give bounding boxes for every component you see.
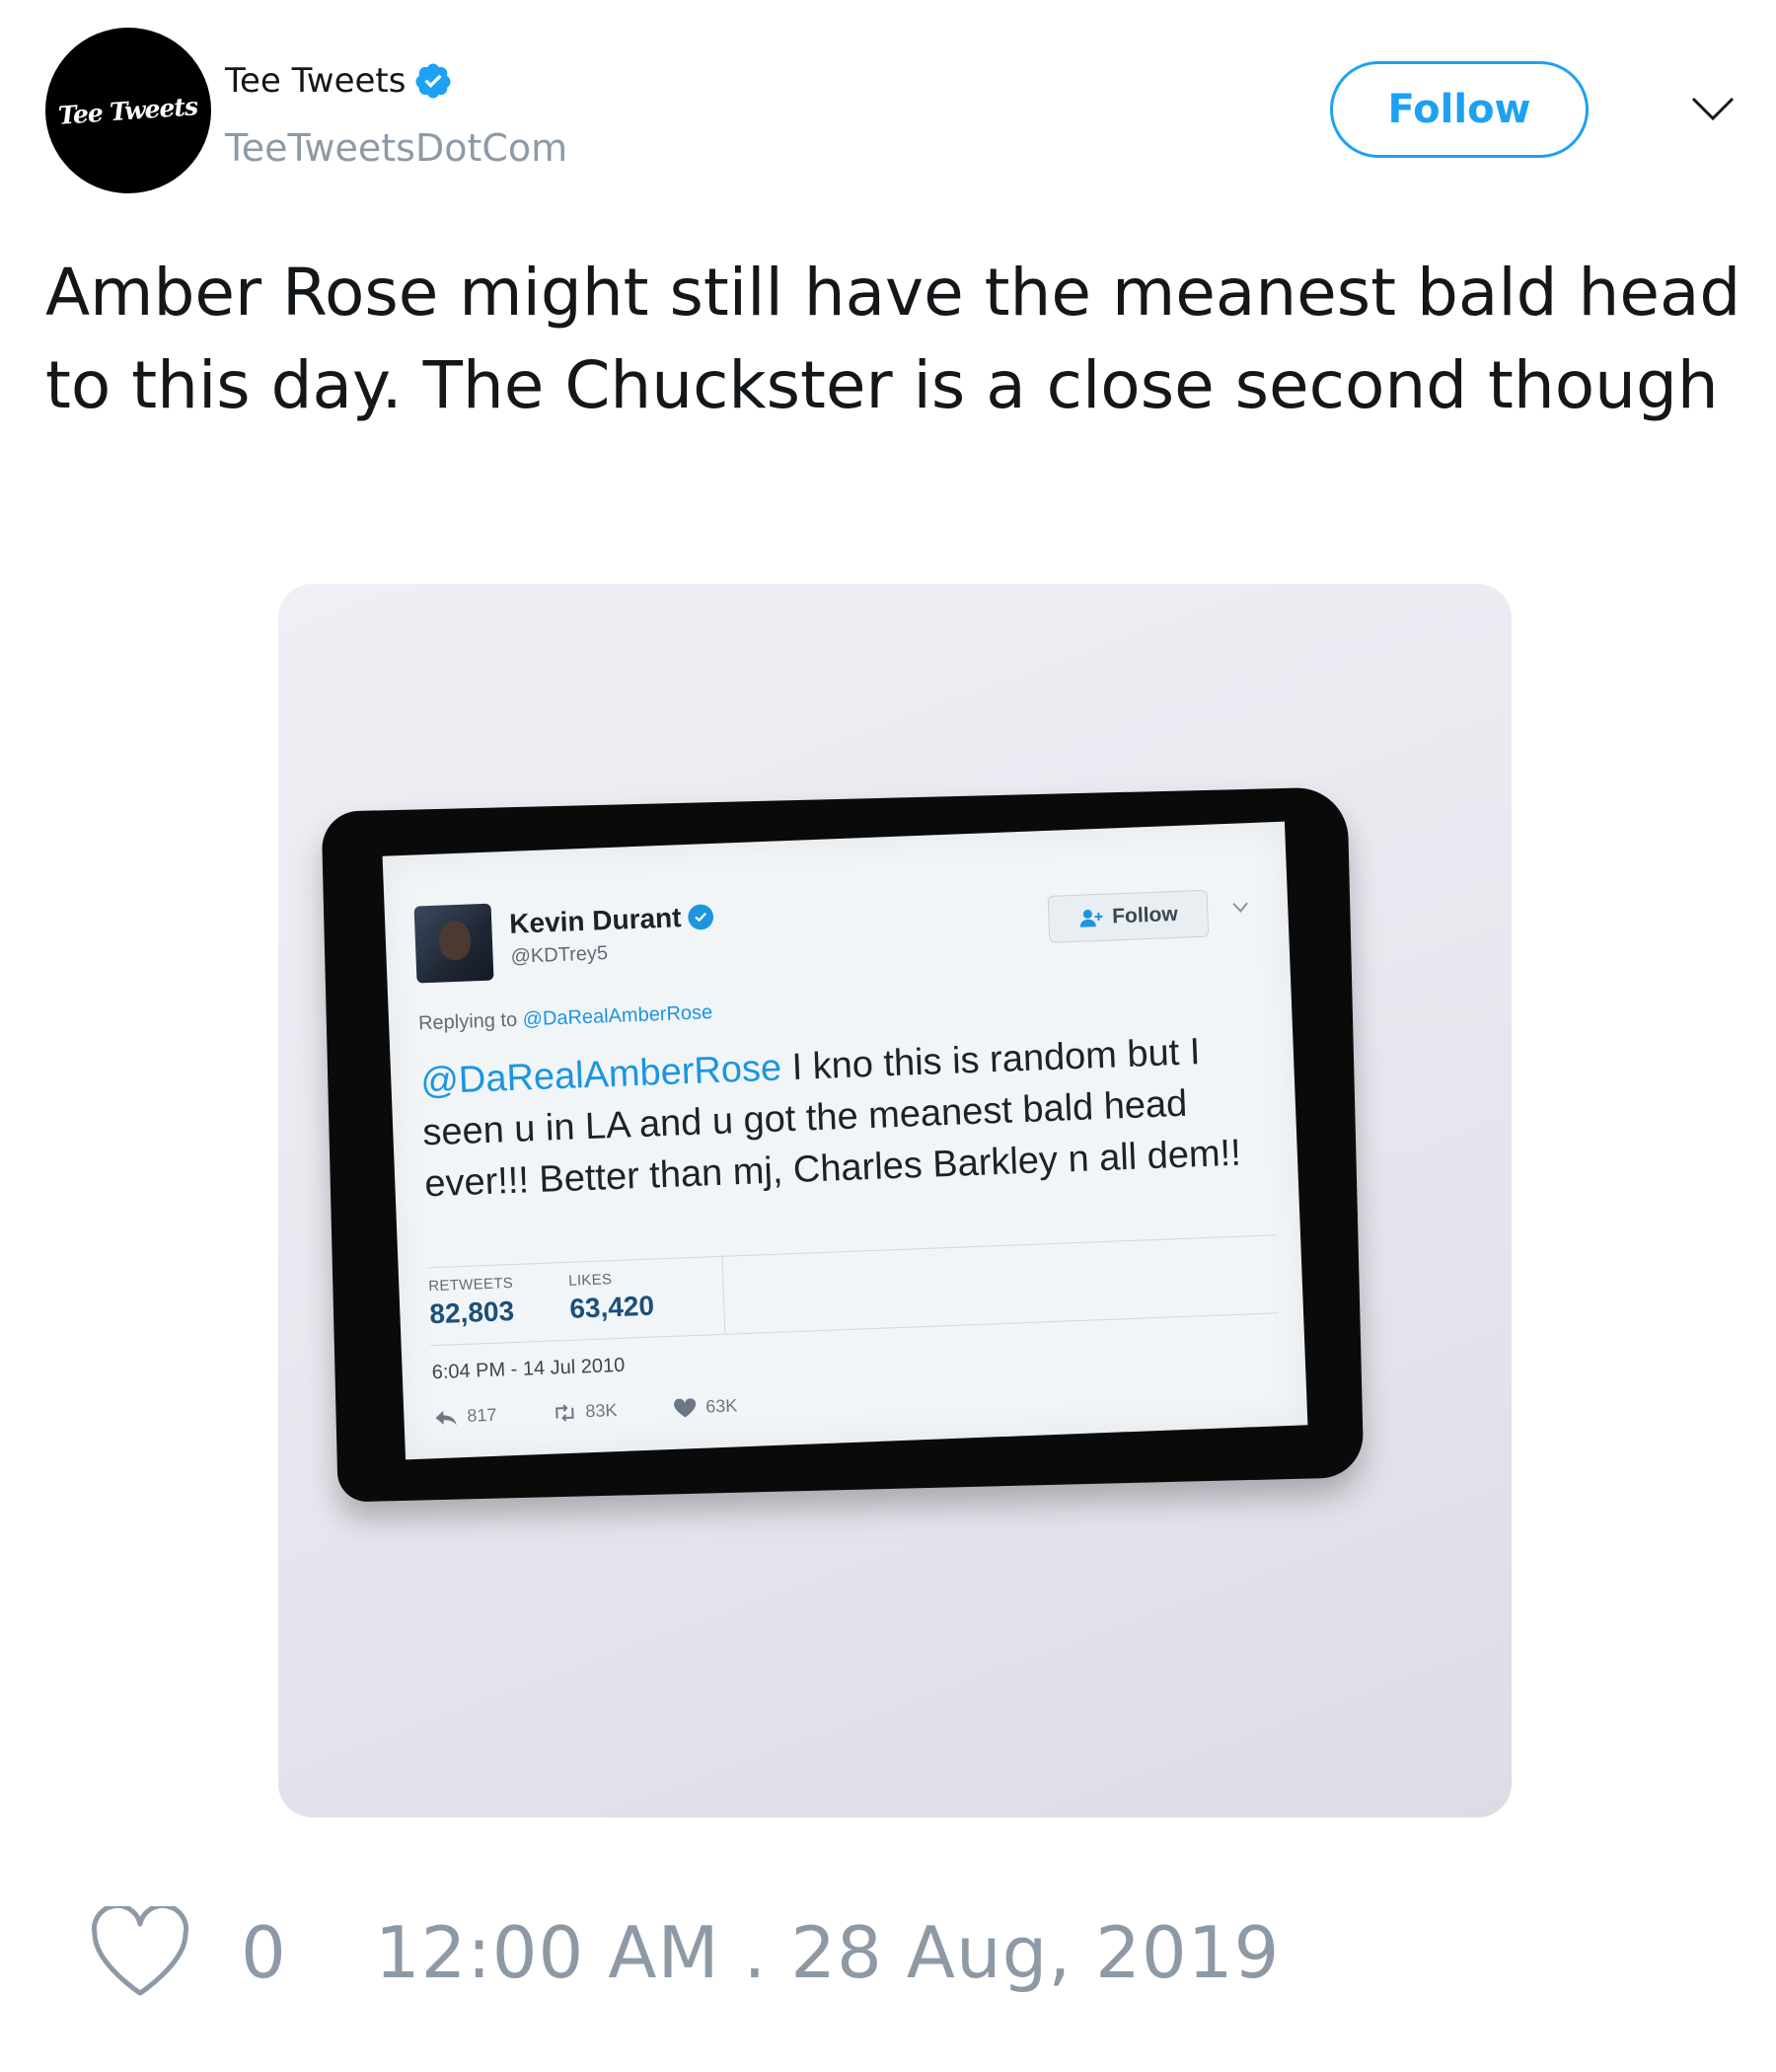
printed-reply-count: 817	[467, 1404, 497, 1426]
avatar[interactable]: Tee Tweets	[45, 28, 211, 193]
printed-chevron-icon	[1232, 902, 1248, 913]
follow-button[interactable]: Follow	[1330, 61, 1589, 158]
verified-badge-icon	[415, 63, 451, 99]
printed-heart-icon	[674, 1397, 697, 1417]
tweet-page: Tee Tweets Tee Tweets TeeTweetsDotCom Fo…	[0, 0, 1776, 2072]
printed-timestamp: 6:04 PM - 14 Jul 2010	[431, 1354, 626, 1384]
printed-likes-stat: LIKES 63,420	[568, 1270, 655, 1325]
tweet-media-photo[interactable]: Kevin Durant @KDTrey5 Follow Replying to…	[278, 584, 1512, 1817]
printed-stats-divider	[721, 1256, 726, 1334]
printed-name-text: Kevin Durant	[508, 902, 683, 939]
display-name-text: Tee Tweets	[225, 61, 407, 101]
printed-likes-label: LIKES	[567, 1271, 613, 1290]
printed-like-action: 63K	[672, 1395, 738, 1419]
printed-name: Kevin Durant	[509, 901, 715, 940]
tweet-text: Amber Rose might still have the meanest …	[45, 255, 1741, 423]
printed-retweets-stat: RETWEETS 82,803	[428, 1275, 515, 1330]
display-name[interactable]: Tee Tweets	[225, 61, 453, 101]
printed-reply-action: 817	[433, 1405, 497, 1428]
printed-replying-prefix: Replying to	[417, 1008, 518, 1035]
printed-add-user-icon	[1079, 909, 1103, 927]
like-count: 0	[241, 1911, 286, 1994]
printed-replying-to: Replying to @DaRealAmberRose	[418, 1001, 713, 1035]
printed-follow-button: Follow	[1047, 889, 1210, 943]
printed-stats: RETWEETS 82,803 LIKES 63,420	[427, 1234, 1280, 1347]
printed-retweets-value: 82,803	[428, 1295, 515, 1330]
tweet-timestamp[interactable]: 12:00 AM . 28 Aug, 2019	[375, 1911, 1281, 1994]
printed-follow-label: Follow	[1111, 902, 1179, 928]
printed-retweet-action: 83K	[552, 1400, 618, 1424]
printed-handle: @KDTrey5	[510, 942, 609, 968]
printed-reply-icon	[435, 1410, 457, 1425]
printed-retweets-label: RETWEETS	[428, 1275, 514, 1295]
printed-retweet-count: 83K	[584, 1400, 618, 1422]
handle[interactable]: TeeTweetsDotCom	[225, 126, 567, 170]
chevron-down-icon[interactable]	[1689, 91, 1737, 126]
printed-avatar	[413, 903, 494, 984]
printed-replying-handle: @DaRealAmberRose	[522, 1001, 713, 1031]
avatar-logo-text: Tee Tweets	[57, 91, 199, 130]
heart-icon[interactable]	[89, 1906, 191, 1999]
printed-tweet: Kevin Durant @KDTrey5 Follow Replying to…	[382, 821, 1308, 1460]
printed-like-count: 63K	[704, 1395, 738, 1417]
printed-verified-icon	[688, 904, 714, 930]
printed-tweet-body: @DaRealAmberRose I kno this is random bu…	[419, 1023, 1273, 1210]
printed-body-mention: @DaRealAmberRose	[419, 1047, 782, 1103]
printed-likes-value: 63,420	[568, 1290, 655, 1324]
tweet-footer: 0 12:00 AM . 28 Aug, 2019	[89, 1898, 1280, 2007]
printed-retweet-icon	[555, 1403, 574, 1422]
printed-action-bar: 817 83K 63K	[433, 1393, 793, 1428]
